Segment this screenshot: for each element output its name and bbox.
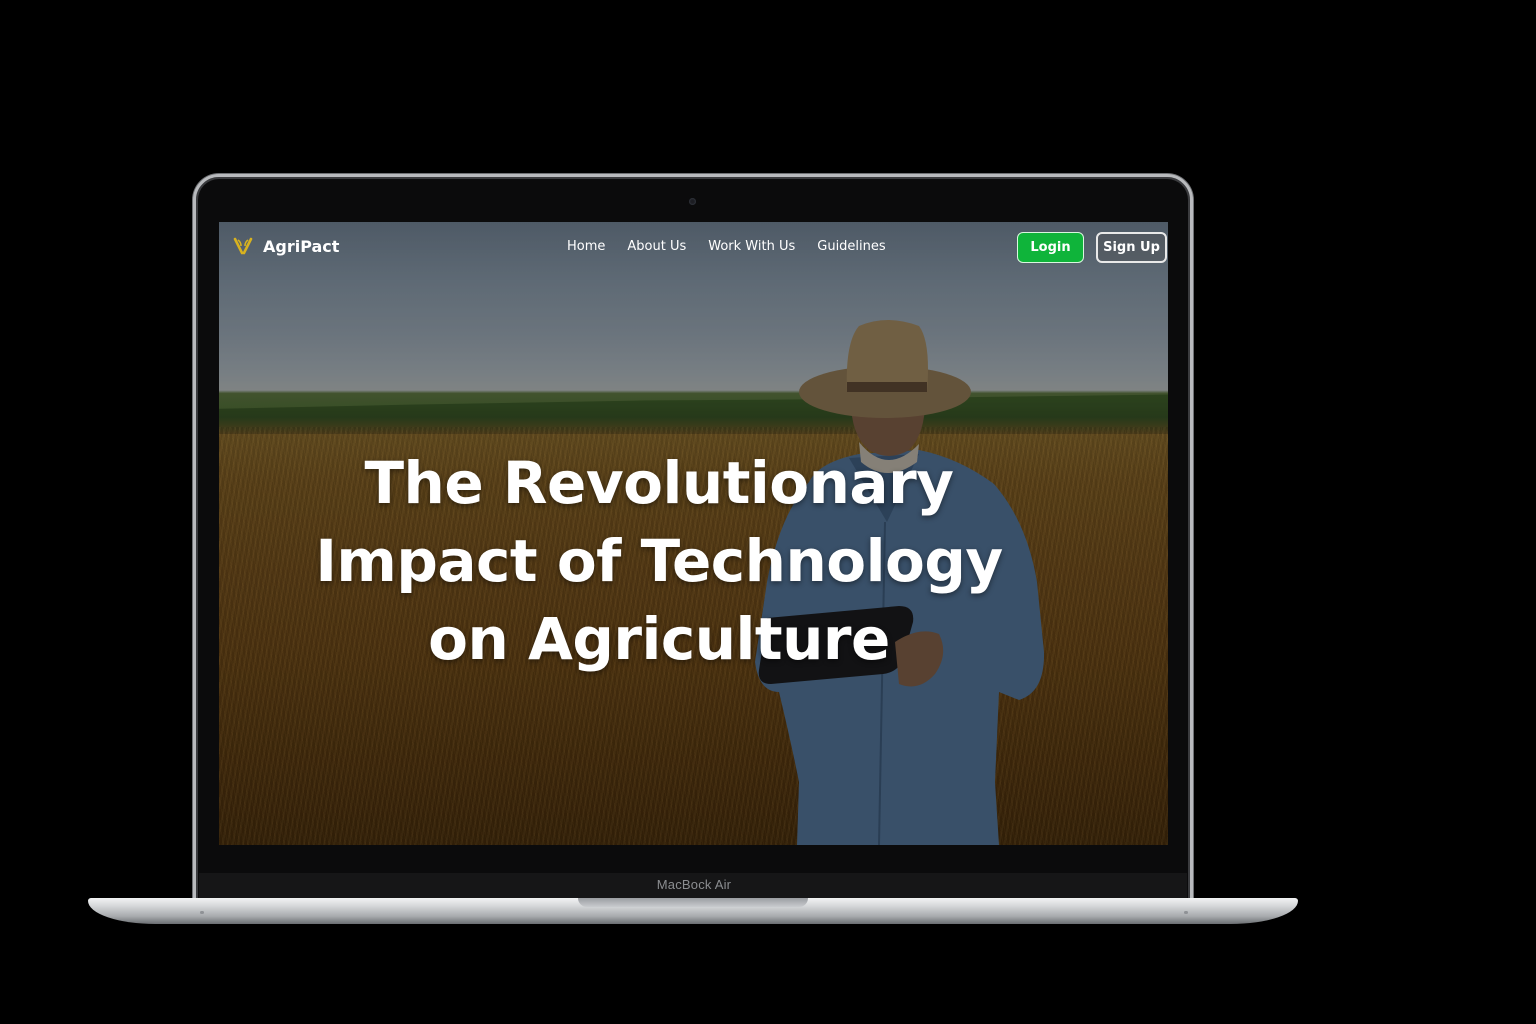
base-foot — [1184, 911, 1188, 914]
laptop-model-label: MacBock Air — [656, 877, 732, 892]
hero-title-line-2: Impact of Technology — [315, 527, 1003, 595]
hero-title-line-3: on Agriculture — [428, 605, 890, 673]
brand[interactable]: AgriPact — [233, 236, 339, 256]
top-navbar: AgriPact Home About Us Work With Us Guid… — [219, 222, 1168, 274]
laptop-base-notch — [578, 898, 808, 907]
laptop-mockup: AgriPact Home About Us Work With Us Guid… — [0, 0, 1536, 1024]
hero-title: The Revolutionary Impact of Technology o… — [299, 444, 1019, 678]
hero-title-line-1: The Revolutionary — [364, 449, 954, 517]
nav-link-guidelines[interactable]: Guidelines — [817, 239, 885, 254]
signup-button[interactable]: Sign Up — [1096, 232, 1167, 263]
base-foot — [200, 911, 204, 914]
nav-link-about-us[interactable]: About Us — [627, 239, 686, 254]
nav-link-work-with-us[interactable]: Work With Us — [708, 239, 795, 254]
browser-screen: AgriPact Home About Us Work With Us Guid… — [219, 222, 1168, 845]
webcam — [689, 198, 696, 205]
wheat-logo-icon — [233, 237, 253, 255]
brand-name: AgriPact — [263, 236, 340, 256]
nav-links: Home About Us Work With Us Guidelines — [567, 239, 886, 254]
login-button[interactable]: Login — [1017, 232, 1084, 263]
nav-link-home[interactable]: Home — [567, 239, 605, 254]
